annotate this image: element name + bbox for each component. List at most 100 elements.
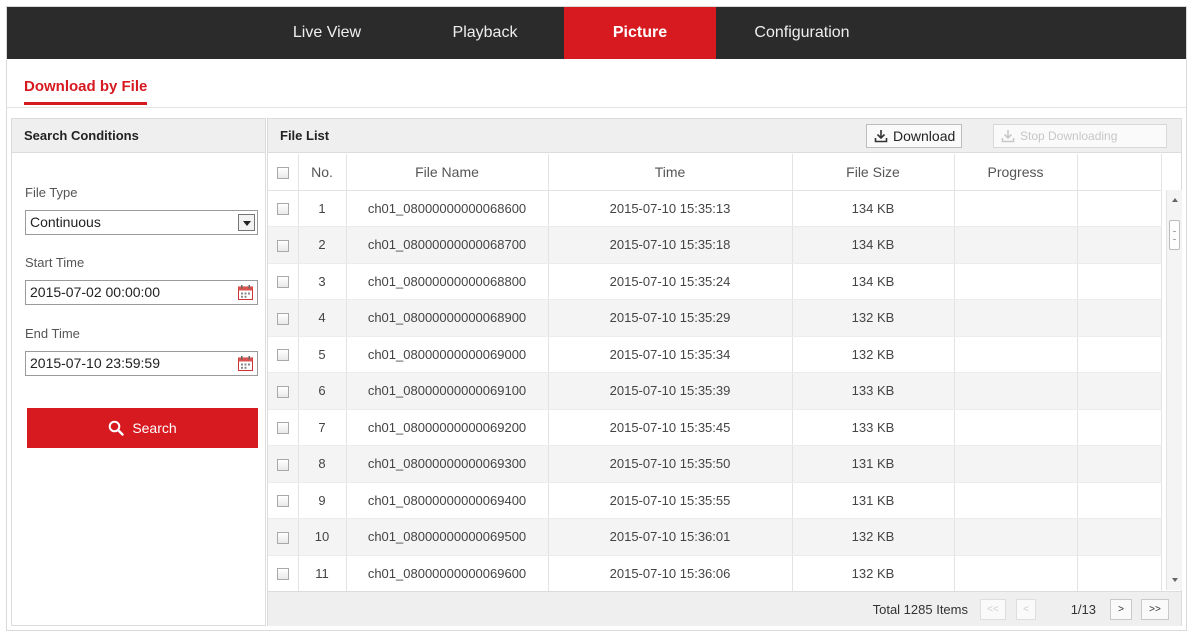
cell-file-size: 133 KB — [792, 372, 955, 410]
cell-no: 11 — [298, 555, 347, 591]
end-time-value: 2015-07-10 23:59:59 — [30, 355, 160, 371]
next-page-button[interactable]: > — [1110, 599, 1132, 620]
cell-progress — [954, 190, 1078, 227]
row-select-cell — [268, 372, 299, 410]
cell-time: 2015-07-10 15:35:55 — [548, 482, 793, 519]
column-header-no[interactable]: No. — [298, 154, 347, 191]
tab-live-view[interactable]: Live View — [267, 7, 387, 59]
table-row[interactable]: 5 ch01_08000000000069000 2015-07-10 15:35:… — [268, 336, 1162, 373]
table-row[interactable]: 2 ch01_08000000000068700 2015-07-10 15:35:… — [268, 226, 1162, 264]
row-checkbox[interactable] — [276, 276, 289, 289]
table-row[interactable]: 10 ch01_08000000000069500 2015-07-10 15:36… — [268, 518, 1162, 556]
table-row[interactable]: 3 ch01_08000000000068800 2015-07-10 15:35:… — [268, 263, 1162, 300]
column-header-spacer — [1077, 154, 1162, 191]
row-checkbox[interactable] — [276, 239, 289, 252]
pagination-bar: Total 1285 Items << < 1/13 > >> — [268, 591, 1181, 626]
cell-spacer — [1077, 555, 1162, 591]
table-row[interactable]: 11 ch01_08000000000069600 2015-07-10 15:36… — [268, 555, 1162, 591]
download-label: Download — [893, 128, 956, 144]
cell-file-size: 132 KB — [792, 299, 955, 337]
top-navigation: Live View Playback Picture Configuration — [7, 7, 1186, 59]
scroll-up-arrow-icon[interactable] — [1172, 198, 1178, 202]
scroll-down-arrow-icon[interactable] — [1172, 578, 1178, 582]
file-list-title: File List — [280, 128, 330, 143]
calendar-icon[interactable] — [237, 284, 254, 301]
row-checkbox[interactable] — [276, 349, 289, 362]
column-header-file-name[interactable]: File Name — [346, 154, 549, 191]
download-button[interactable]: Download — [866, 124, 963, 148]
row-checkbox[interactable] — [276, 203, 289, 216]
calendar-icon[interactable] — [237, 355, 254, 372]
cell-spacer — [1077, 372, 1162, 410]
table-row[interactable]: 8 ch01_08000000000069300 2015-07-10 15:35:… — [268, 445, 1162, 483]
table-row[interactable]: 9 ch01_08000000000069400 2015-07-10 15:35:… — [268, 482, 1162, 519]
cell-spacer — [1077, 336, 1162, 373]
row-select-cell — [268, 336, 299, 373]
row-checkbox[interactable] — [276, 568, 289, 581]
cell-time: 2015-07-10 15:35:45 — [548, 409, 793, 446]
row-select-cell — [268, 445, 299, 483]
file-list-panel: File List Download Stop Downloading No. … — [267, 118, 1182, 626]
page-title[interactable]: Download by File — [24, 78, 148, 105]
file-type-select[interactable]: Continuous — [25, 210, 258, 235]
cell-no: 9 — [298, 482, 347, 519]
last-page-button[interactable]: >> — [1141, 599, 1169, 620]
table-row[interactable]: 6 ch01_08000000000069100 2015-07-10 15:35:… — [268, 372, 1162, 410]
column-header-progress[interactable]: Progress — [954, 154, 1078, 191]
cell-progress — [954, 518, 1078, 556]
row-checkbox[interactable] — [276, 495, 289, 508]
cell-time: 2015-07-10 15:35:39 — [548, 372, 793, 410]
column-header-time[interactable]: Time — [548, 154, 793, 191]
first-page-button[interactable]: << — [980, 599, 1006, 620]
column-header-file-size[interactable]: File Size — [792, 154, 955, 191]
cell-time: 2015-07-10 15:35:34 — [548, 336, 793, 373]
cell-file-name: ch01_08000000000069600 — [346, 555, 549, 591]
download-icon — [874, 130, 888, 143]
start-time-label: Start Time — [25, 255, 85, 270]
tab-playback[interactable]: Playback — [417, 7, 553, 59]
select-all-checkbox[interactable] — [276, 167, 289, 180]
row-checkbox[interactable] — [276, 531, 289, 544]
scroll-thumb[interactable] — [1169, 220, 1180, 250]
cell-no: 2 — [298, 226, 347, 264]
prev-page-button[interactable]: < — [1016, 599, 1036, 620]
table-scrollbar[interactable] — [1166, 190, 1182, 590]
cell-file-name: ch01_08000000000068800 — [346, 263, 549, 300]
row-select-cell — [268, 190, 299, 227]
file-type-value: Continuous — [30, 214, 101, 230]
total-items-text: Total 1285 Items — [872, 602, 968, 617]
chevron-down-icon[interactable] — [238, 214, 255, 231]
row-checkbox[interactable] — [276, 385, 289, 398]
stop-downloading-button[interactable]: Stop Downloading — [993, 124, 1167, 148]
cell-file-size: 133 KB — [792, 409, 955, 446]
cell-time: 2015-07-10 15:35:18 — [548, 226, 793, 264]
row-checkbox[interactable] — [276, 458, 289, 471]
cell-file-name: ch01_08000000000069100 — [346, 372, 549, 410]
cell-file-size: 134 KB — [792, 226, 955, 264]
end-time-input[interactable]: 2015-07-10 23:59:59 — [25, 351, 258, 376]
table-row[interactable]: 4 ch01_08000000000068900 2015-07-10 15:35:… — [268, 299, 1162, 337]
end-time-label: End Time — [25, 326, 80, 341]
search-button[interactable]: Search — [27, 408, 258, 448]
row-select-cell — [268, 263, 299, 300]
start-time-input[interactable]: 2015-07-02 00:00:00 — [25, 280, 258, 305]
cell-progress — [954, 226, 1078, 264]
cell-progress — [954, 482, 1078, 519]
cell-file-size: 134 KB — [792, 190, 955, 227]
cell-no: 3 — [298, 263, 347, 300]
tab-picture[interactable]: Picture — [564, 7, 716, 59]
cell-progress — [954, 263, 1078, 300]
tab-configuration[interactable]: Configuration — [732, 7, 872, 59]
row-checkbox[interactable] — [276, 312, 289, 325]
file-table-body: 1 ch01_08000000000068600 2015-07-10 15:35:… — [268, 190, 1162, 591]
search-icon — [109, 420, 125, 436]
cell-no: 10 — [298, 518, 347, 556]
table-row[interactable]: 1 ch01_08000000000068600 2015-07-10 15:35:… — [268, 190, 1162, 227]
cell-file-size: 132 KB — [792, 555, 955, 591]
row-select-cell — [268, 299, 299, 337]
row-select-cell — [268, 482, 299, 519]
row-checkbox[interactable] — [276, 422, 289, 435]
cell-file-size: 134 KB — [792, 263, 955, 300]
table-row[interactable]: 7 ch01_08000000000069200 2015-07-10 15:35:… — [268, 409, 1162, 446]
file-table: No. File Name Time File Size Progress 1c… — [268, 154, 1162, 591]
